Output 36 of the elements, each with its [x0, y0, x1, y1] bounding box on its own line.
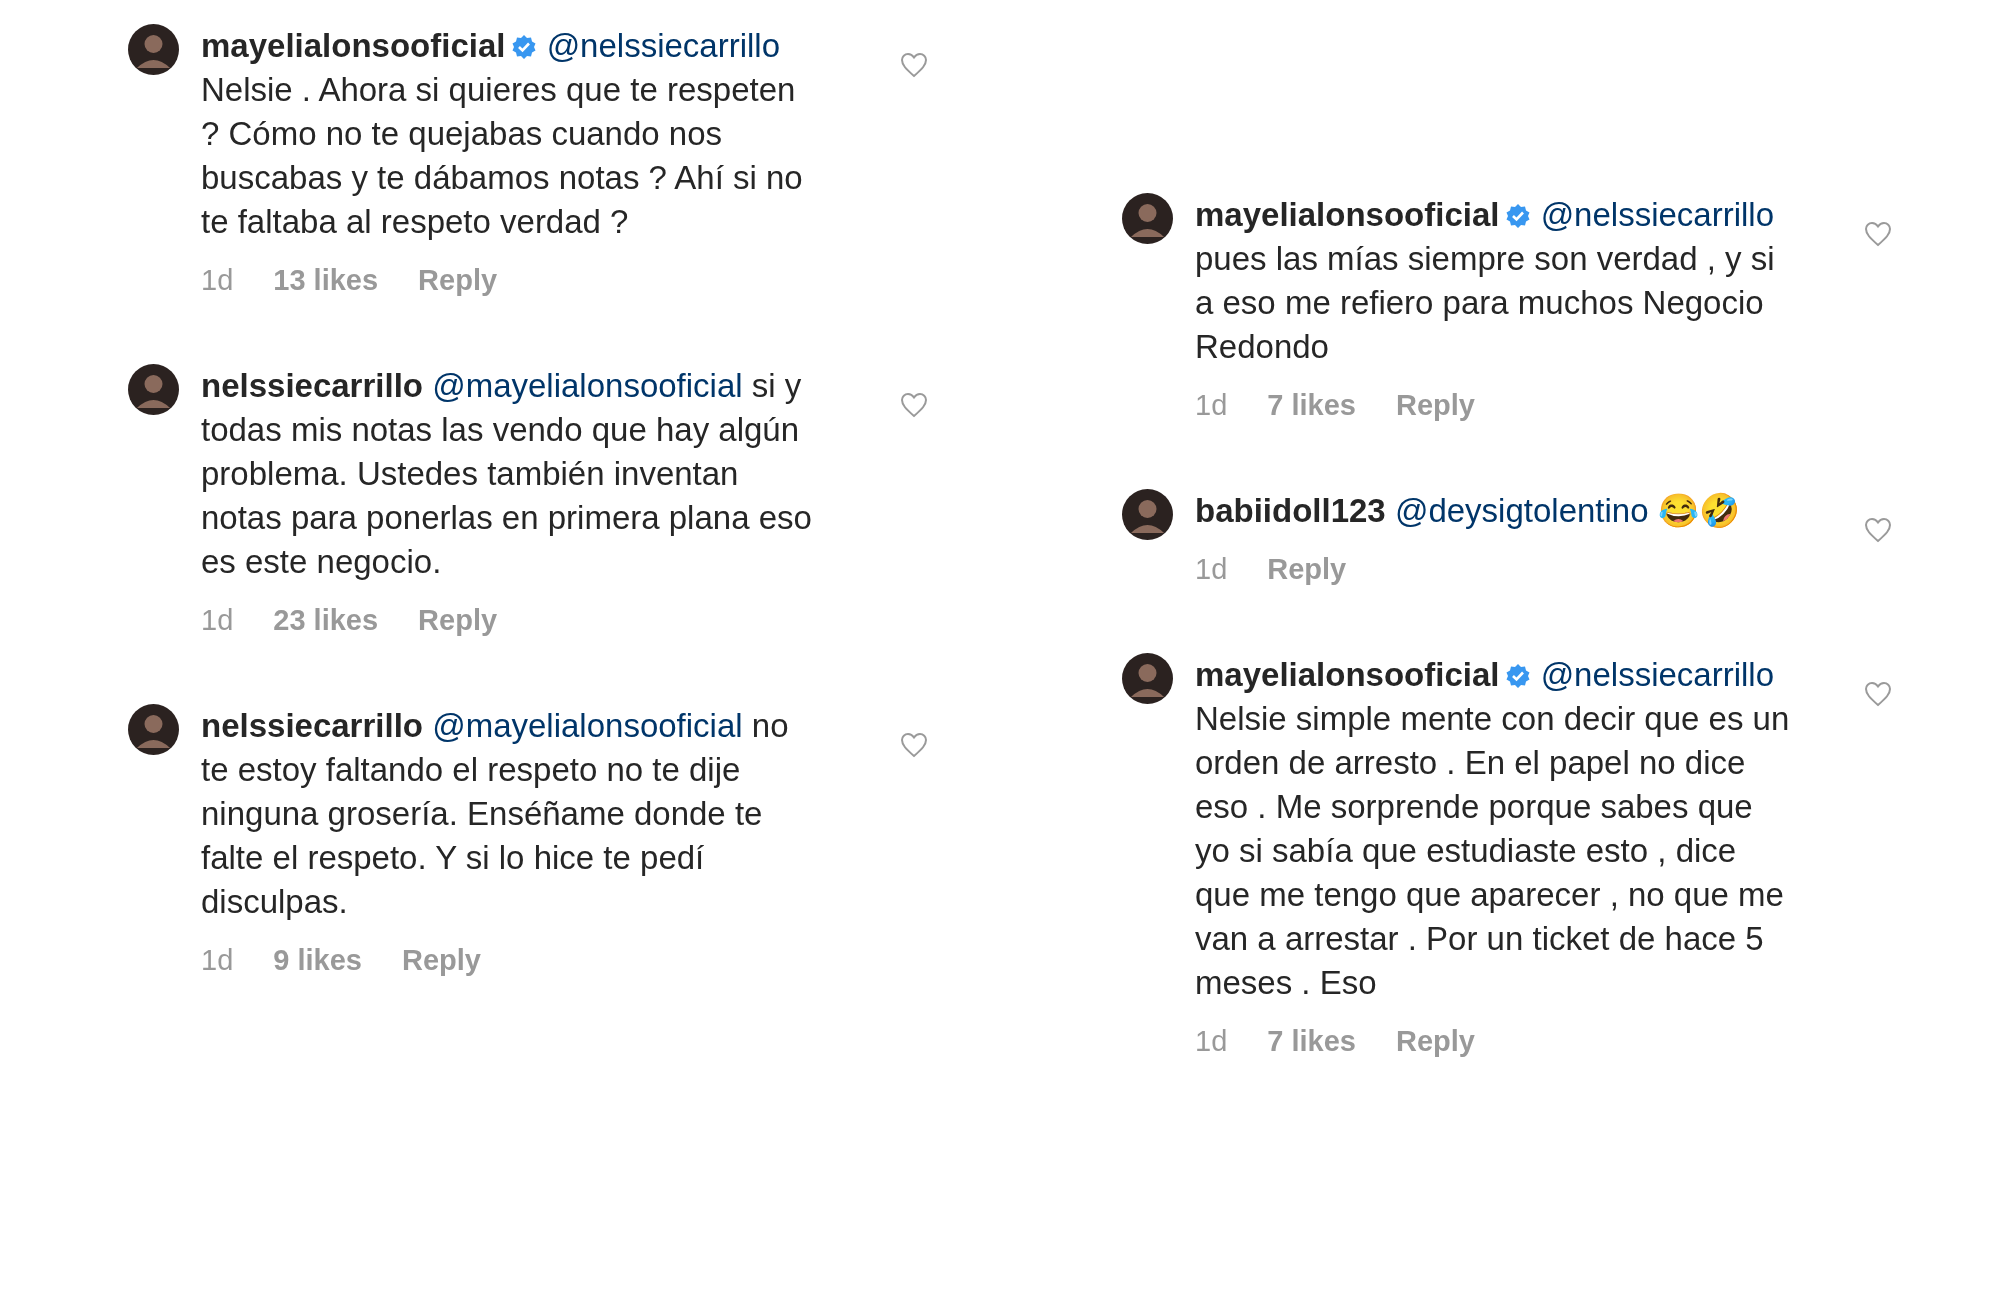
- comment-time: 1d: [1195, 1024, 1228, 1059]
- username-link[interactable]: nelssiecarrillo: [201, 707, 423, 744]
- avatar: [1122, 653, 1173, 704]
- username-link[interactable]: mayelialonsooficial: [201, 27, 506, 64]
- avatar: [128, 24, 179, 75]
- username-link[interactable]: nelssiecarrillo: [201, 367, 423, 404]
- comment-time: 1d: [1195, 552, 1228, 587]
- username-link[interactable]: mayelialonsooficial: [1195, 656, 1500, 693]
- comment-time: 1d: [201, 263, 234, 298]
- avatar: [128, 364, 179, 415]
- heart-icon[interactable]: [1864, 681, 1892, 707]
- avatar: [1122, 489, 1173, 540]
- comment-text: nelssiecarrillo @mayelialonsooficial no te estoy faltando el respeto no te dije ninguna grosería. Enséñame donde te falte el respeto. Y si lo hice te pedí disculpas.: [201, 706, 790, 922]
- heart-icon[interactable]: [1864, 221, 1892, 247]
- comment-text: nelssiecarrillo @mayelialonsooficial si y todas mis notas las vendo que hay algún problema. Ustedes también inventan notas para ponerlas en primera plana eso es este negocio.: [201, 366, 813, 582]
- heart-icon[interactable]: [900, 732, 928, 758]
- comment-time: 1d: [201, 943, 234, 978]
- mention-link[interactable]: @nelssiecarrillo: [1540, 656, 1775, 693]
- comment-text: babiidoll123 @deysigtolentino 😂🤣: [1195, 491, 1741, 531]
- heart-icon[interactable]: [900, 392, 928, 418]
- mention-link[interactable]: @deysigtolentino: [1394, 492, 1649, 529]
- mention-link[interactable]: @mayelialonsooficial: [432, 367, 743, 404]
- username-link[interactable]: babiidoll123: [1195, 492, 1386, 529]
- mention-link[interactable]: @mayelialonsooficial: [432, 707, 743, 744]
- heart-icon[interactable]: [1864, 517, 1892, 543]
- comment-text: mayelialonsooficial @nelssiecarrillo Nelsie . Ahora si quieres que te respeten ? Cómo no te quejabas cuando nos buscabas y te dábamos notas ? Ahí si no te faltaba al respeto verdad ?: [201, 26, 804, 242]
- comment-text: mayelialonsooficial @nelssiecarrillo pues las mías siempre son verdad , y si a eso me refiero para muchos Negocio Redondo: [1195, 195, 1776, 367]
- avatar: [128, 704, 179, 755]
- comment-time: 1d: [201, 603, 234, 638]
- username-link[interactable]: mayelialonsooficial: [1195, 196, 1500, 233]
- mention-link[interactable]: @nelssiecarrillo: [1540, 196, 1775, 233]
- comment-text: mayelialonsooficial @nelssiecarrillo Nelsie simple mente con decir que es un orden de arresto . En el papel no dice eso . Me sorprende porque sabes que yo si sabía que estudiaste esto , dice que me tengo que aparecer , no que me van a arrestar . Por un ticket de hace 5 meses . Eso: [1195, 655, 1791, 1003]
- avatar: [1122, 193, 1173, 244]
- mention-link[interactable]: @nelssiecarrillo: [546, 27, 781, 64]
- heart-icon[interactable]: [900, 52, 928, 78]
- comment-time: 1d: [1195, 388, 1228, 423]
